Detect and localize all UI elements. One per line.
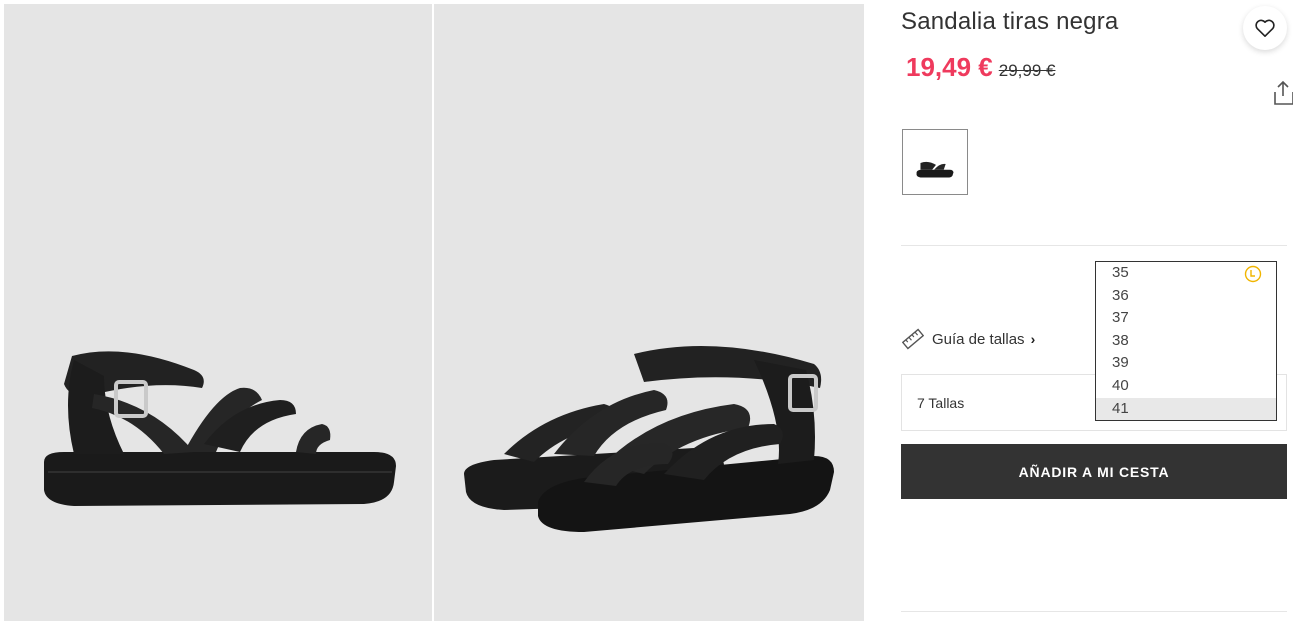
size-guide-label: Guía de tallas — [932, 330, 1025, 348]
size-option[interactable]: 37 — [1096, 307, 1276, 330]
chevron-right-icon: › — [1030, 331, 1036, 347]
ruler-icon — [902, 328, 924, 350]
size-option[interactable]: 35 — [1096, 262, 1276, 285]
favorite-button[interactable] — [1243, 6, 1287, 50]
heart-icon — [1255, 19, 1275, 37]
clock-icon — [1244, 265, 1262, 283]
price-row: 19,49 € 29,99 € — [906, 52, 1055, 83]
size-option[interactable]: 36 — [1096, 285, 1276, 308]
size-option[interactable]: 39 — [1096, 352, 1276, 375]
size-select-label: 7 Tallas — [917, 394, 965, 411]
swatch-thumbnail — [916, 161, 954, 178]
size-option[interactable]: 38 — [1096, 330, 1276, 353]
size-guide-link[interactable]: Guía de tallas › — [902, 328, 1035, 350]
product-image-pair[interactable] — [434, 4, 864, 621]
sandal-side-illustration — [44, 351, 396, 506]
product-image-side[interactable] — [4, 4, 432, 621]
share-icon[interactable] — [1272, 80, 1293, 106]
product-title: Sandalia tiras negra — [901, 8, 1119, 35]
add-to-cart-button[interactable]: AÑADIR A MI CESTA — [901, 444, 1287, 499]
price-current: 19,49 € — [906, 52, 993, 82]
sandal-pair-illustration — [464, 346, 834, 532]
size-dropdown[interactable]: 35 36 37 38 39 40 41 — [1095, 261, 1277, 421]
size-option-selected[interactable]: 41 — [1096, 397, 1276, 421]
divider — [901, 611, 1287, 612]
color-swatch-black[interactable] — [902, 129, 968, 195]
divider — [901, 245, 1287, 246]
size-option[interactable]: 40 — [1096, 375, 1276, 398]
price-old: 29,99 € — [998, 61, 1056, 80]
